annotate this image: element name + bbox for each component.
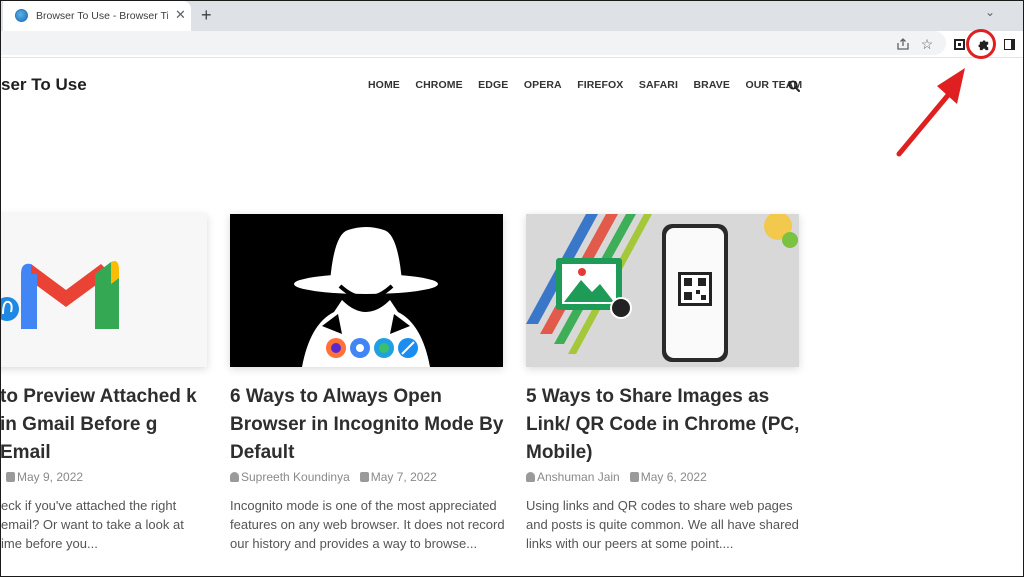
article-excerpt: Using links and QR codes to share web pa… — [526, 498, 799, 551]
nav-safari[interactable]: SAFARI — [639, 79, 678, 91]
nav-chrome[interactable]: CHROME — [415, 79, 462, 91]
browser-window: Browser To Use - Browser Tips, Tr ✕ + ⌄ … — [0, 0, 1024, 577]
search-icon[interactable] — [788, 79, 800, 97]
calendar-icon — [359, 472, 369, 482]
site-nav: HOME CHROME EDGE OPERA FIREFOX SAFARI BR… — [368, 79, 818, 91]
article-image-incognito[interactable] — [230, 214, 503, 367]
site-favicon-icon — [15, 9, 28, 22]
site-logo[interactable]: ser To Use — [1, 75, 87, 95]
article-date: May 7, 2022 — [370, 470, 437, 484]
bookmark-star-icon[interactable]: ☆ — [919, 36, 935, 52]
tab-title: Browser To Use - Browser Tips, Tr — [36, 10, 168, 22]
tab-close-button[interactable]: ✕ — [175, 7, 186, 23]
side-panel-icon[interactable] — [1001, 36, 1017, 52]
article-excerpt: Incognito mode is one of the most apprec… — [230, 498, 505, 551]
article-title[interactable]: to Preview Attached k in Gmail Before g … — [1, 383, 210, 467]
highlight-circle — [966, 29, 996, 59]
tab-search-chevron-icon[interactable]: ⌄ — [985, 5, 995, 19]
article-excerpt: eck if you've attached the right email? … — [1, 498, 184, 551]
article-meta: Supreeth Koundinya May 7, 2022 — [230, 470, 437, 484]
article-meta: Anshuman Jain May 6, 2022 — [526, 470, 707, 484]
nav-opera[interactable]: OPERA — [524, 79, 562, 91]
article-meta: May 9, 2022 — [6, 470, 83, 484]
tab-strip: Browser To Use - Browser Tips, Tr ✕ + ⌄ — [1, 1, 1023, 31]
author-icon — [526, 472, 535, 482]
article-author[interactable]: Supreeth Koundinya — [241, 470, 350, 484]
extension-icon[interactable] — [951, 36, 967, 52]
red-arrow-annotation — [896, 68, 965, 157]
nav-edge[interactable]: EDGE — [478, 79, 508, 91]
article-author[interactable]: Anshuman Jain — [537, 470, 620, 484]
nav-firefox[interactable]: FIREFOX — [577, 79, 623, 91]
author-icon — [230, 472, 239, 482]
article-title[interactable]: 5 Ways to Share Images as Link/ QR Code … — [526, 383, 816, 467]
nav-brave[interactable]: BRAVE — [694, 79, 730, 91]
share-icon[interactable] — [895, 36, 911, 52]
article-date: May 9, 2022 — [17, 470, 84, 484]
browser-tab[interactable]: Browser To Use - Browser Tips, Tr ✕ — [3, 1, 191, 31]
article-image-qr-code[interactable] — [526, 214, 799, 367]
nav-home[interactable]: HOME — [368, 79, 400, 91]
calendar-icon — [629, 472, 639, 482]
article-date: May 6, 2022 — [640, 470, 707, 484]
article-image-gmail[interactable] — [1, 214, 207, 367]
calendar-icon — [6, 472, 15, 482]
address-bar[interactable] — [1, 31, 946, 55]
new-tab-button[interactable]: + — [201, 5, 212, 25]
browser-toolbar: ☆ — [1, 31, 1023, 58]
article-title[interactable]: 6 Ways to Always Open Browser in Incogni… — [230, 383, 520, 467]
